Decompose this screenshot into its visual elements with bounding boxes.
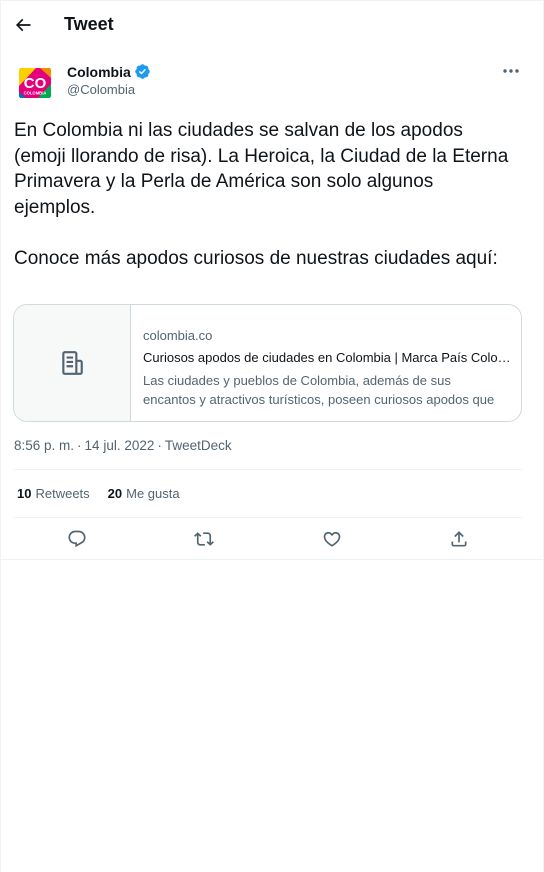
tweet-text: En Colombia ni las ciudades se salvan de…: [14, 118, 514, 271]
tweet-source[interactable]: TweetDeck: [165, 438, 232, 453]
more-options-button[interactable]: [498, 60, 524, 82]
share-button[interactable]: [444, 524, 474, 554]
retweets-stat[interactable]: 10 Retweets: [17, 486, 90, 501]
tweet-stats: 10 Retweets 20 Me gusta: [17, 486, 180, 501]
tweet-time[interactable]: 8:56 p. m.: [14, 438, 74, 453]
author-name[interactable]: Colombia: [67, 64, 131, 80]
share-icon: [451, 531, 467, 547]
article-icon: [62, 351, 83, 375]
retweet-icon: [194, 532, 214, 546]
card-description-line: encantos y atractivos turísticos, poseen…: [143, 392, 495, 407]
retweet-button[interactable]: [189, 524, 219, 554]
reply-button[interactable]: [62, 524, 92, 554]
divider: [14, 517, 522, 518]
tweet-paragraph: En Colombia ni las ciudades se salvan de…: [14, 120, 509, 218]
likes-stat[interactable]: 20 Me gusta: [108, 486, 180, 501]
tweet-date[interactable]: 14 jul. 2022: [85, 438, 155, 453]
svg-text:COLOMBIA: COLOMBIA: [24, 91, 47, 96]
retweets-label: Retweets: [35, 486, 90, 501]
colombia-logo-icon: CO COLOMBIA: [14, 62, 56, 104]
card-thumbnail: [14, 305, 131, 421]
tweet-actions: [14, 524, 522, 554]
more-dots-icon: [503, 69, 519, 73]
likes-count: 20: [107, 486, 123, 501]
tweet-meta: 8:56 p. m. · 14 jul. 2022 · TweetDeck: [14, 438, 232, 453]
card-domain: colombia.co: [143, 328, 213, 343]
author-handle[interactable]: @Colombia: [67, 82, 135, 97]
like-button[interactable]: [317, 524, 347, 554]
meta-separator: ·: [157, 438, 162, 453]
tweet-paragraph: Conoce más apodos curiosos de nuestras c…: [14, 247, 498, 269]
back-button[interactable]: [8, 10, 38, 40]
header: Tweet: [0, 0, 544, 50]
tweet-author: CO COLOMBIA Colombia @Colombia: [14, 60, 524, 104]
avatar[interactable]: CO COLOMBIA: [14, 62, 56, 104]
arrow-left-icon: [15, 18, 31, 32]
retweets-count: 10: [17, 486, 32, 501]
card-title: Curiosos apodos de ciudades en Colombia …: [143, 350, 513, 365]
card-body: colombia.co Curiosos apodos de ciudades …: [143, 327, 513, 409]
page-title: Tweet: [64, 14, 114, 34]
card-description: Las ciudades y pueblos de Colombia, adem…: [143, 371, 513, 409]
verified-badge-icon: [135, 64, 150, 79]
meta-separator: ·: [77, 438, 82, 453]
link-preview-card[interactable]: colombia.co Curiosos apodos de ciudades …: [13, 304, 522, 422]
divider: [14, 469, 522, 470]
reply-icon: [68, 530, 86, 548]
svg-text:CO: CO: [24, 75, 47, 92]
author-name-row: Colombia: [67, 63, 151, 80]
card-description-line: Las ciudades y pueblos de Colombia, adem…: [143, 373, 451, 388]
heart-icon: [323, 531, 341, 547]
likes-label: Me gusta: [126, 486, 180, 501]
divider: [0, 559, 544, 560]
